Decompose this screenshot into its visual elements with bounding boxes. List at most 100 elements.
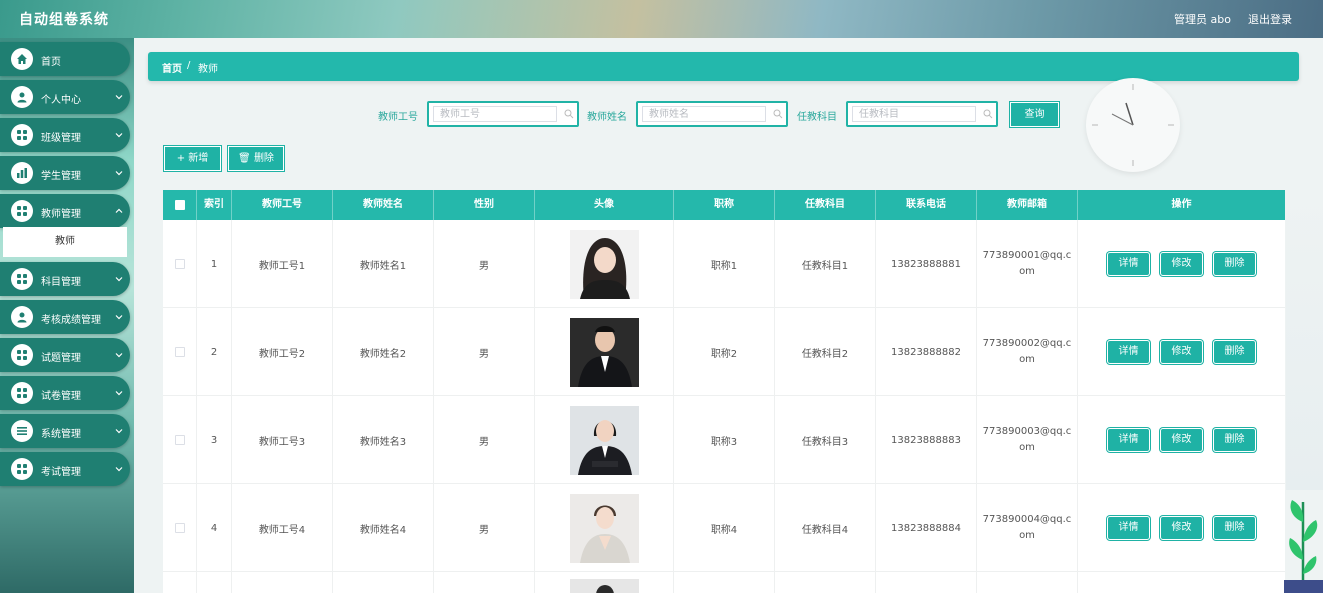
grid-icon xyxy=(11,124,33,146)
select-all-checkbox[interactable] xyxy=(175,200,185,210)
cell-email: 773890004@qq.c om xyxy=(977,484,1078,572)
edit-button[interactable]: 修改 xyxy=(1160,252,1203,276)
app-title: 自动组卷系统 xyxy=(19,12,109,28)
search-icon xyxy=(773,109,783,119)
cell-name xyxy=(333,572,434,593)
header-avatar: 头像 xyxy=(535,190,674,220)
search-label-id: 教师工号 xyxy=(378,112,418,123)
row-delete-button[interactable]: 删除 xyxy=(1213,428,1256,452)
cell-email xyxy=(977,572,1078,593)
sidebar-item-students[interactable]: 学生管理 xyxy=(0,156,130,190)
sidebar-item-teachers[interactable]: 教师管理 xyxy=(0,194,130,228)
email-line-1: 773890002@qq.c xyxy=(982,338,1072,349)
sidebar-item-scores[interactable]: 考核成绩管理 xyxy=(0,300,130,334)
logout-link[interactable]: 退出登录 xyxy=(1248,11,1292,27)
header-index: 索引 xyxy=(197,190,232,220)
teacher-name-input[interactable] xyxy=(642,106,766,122)
cell-phone: 13823888883 xyxy=(876,396,977,484)
cell-actions: 详情 修改 删除 xyxy=(1078,308,1285,396)
cell-title: 职称3 xyxy=(674,396,775,484)
add-button[interactable]: + 新增 xyxy=(164,146,221,171)
teacher-id-input[interactable] xyxy=(433,106,557,122)
row-delete-button[interactable]: 删除 xyxy=(1213,340,1256,364)
breadcrumb-home[interactable]: 首页 xyxy=(162,60,182,75)
cell-phone: 13823888882 xyxy=(876,308,977,396)
cell-name: 教师姓名2 xyxy=(333,308,434,396)
delete-button[interactable]: 🗑 删除 xyxy=(228,146,284,171)
grid-icon xyxy=(11,458,33,480)
row-select-cell xyxy=(163,308,197,396)
chevron-down-icon xyxy=(115,467,123,472)
table-row: 4 教师工号4 教师姓名4 男 职称4 任教科目4 13823888884 77… xyxy=(163,484,1285,572)
select-all-cell[interactable] xyxy=(163,190,197,220)
detail-button[interactable]: 详情 xyxy=(1107,428,1150,452)
search-input-name[interactable] xyxy=(636,101,788,127)
avatar xyxy=(569,317,639,387)
row-select-cell xyxy=(163,572,197,593)
list-icon xyxy=(11,420,33,442)
search-input-subject[interactable] xyxy=(846,101,998,127)
grid-icon xyxy=(11,344,33,366)
chart-icon xyxy=(11,162,33,184)
chevron-down-icon xyxy=(115,391,123,396)
chevron-down-icon xyxy=(115,171,123,176)
cell-title: 职称2 xyxy=(674,308,775,396)
row-delete-button[interactable]: 删除 xyxy=(1213,516,1256,540)
email-line-2: om xyxy=(1019,530,1035,541)
edit-button[interactable]: 修改 xyxy=(1160,516,1203,540)
email-line-1: 773890001@qq.c xyxy=(982,250,1072,261)
row-checkbox[interactable] xyxy=(174,435,185,445)
sidebar-item-system[interactable]: 系统管理 xyxy=(0,414,130,448)
sidebar-item-label: 试卷管理 xyxy=(41,391,81,402)
sidebar-item-home[interactable]: 首页 xyxy=(0,42,130,76)
sidebar-item-papers[interactable]: 试卷管理 xyxy=(0,376,130,410)
sidebar-item-personal[interactable]: 个人中心 xyxy=(0,80,130,114)
sidebar-item-questions[interactable]: 试题管理 xyxy=(0,338,130,372)
cell-gender: 男 xyxy=(434,308,535,396)
right-decoration xyxy=(1286,190,1323,490)
avatar xyxy=(569,405,639,475)
row-delete-button[interactable]: 删除 xyxy=(1213,252,1256,276)
detail-button[interactable]: 详情 xyxy=(1107,340,1150,364)
delete-button-label: 删除 xyxy=(253,153,274,164)
cell-gender: 男 xyxy=(434,396,535,484)
chevron-down-icon xyxy=(115,95,123,100)
cell-email: 773890003@qq.c om xyxy=(977,396,1078,484)
subject-input[interactable] xyxy=(852,106,976,122)
edit-button[interactable]: 修改 xyxy=(1160,428,1203,452)
edit-button[interactable]: 修改 xyxy=(1160,340,1203,364)
row-checkbox[interactable] xyxy=(174,523,185,533)
cell-gender: 男 xyxy=(434,220,535,308)
sidebar-item-label: 个人中心 xyxy=(41,95,81,106)
header-title: 职称 xyxy=(674,190,775,220)
cell-id: 教师工号1 xyxy=(232,220,333,308)
cell-name: 教师姓名4 xyxy=(333,484,434,572)
cell-email: 773890002@qq.c om xyxy=(977,308,1078,396)
cell-index xyxy=(197,572,232,593)
query-button[interactable]: 查询 xyxy=(1010,102,1059,127)
cell-avatar xyxy=(535,484,674,572)
sidebar-item-label: 试题管理 xyxy=(41,353,81,364)
row-checkbox[interactable] xyxy=(174,347,185,357)
cell-actions: 详情 修改 删除 xyxy=(1078,220,1285,308)
cell-avatar xyxy=(535,220,674,308)
table-row: 2 教师工号2 教师姓名2 男 职称2 任教科目2 13823888882 77… xyxy=(163,308,1285,396)
sidebar-subitem-teacher[interactable]: 教师 xyxy=(3,227,127,257)
detail-button[interactable]: 详情 xyxy=(1107,516,1150,540)
row-checkbox[interactable] xyxy=(174,259,185,269)
sidebar: 首页 个人中心 班级管理 学生管理 教师管理 教师 科目管理 考核成绩管理 试题… xyxy=(0,38,134,593)
cell-gender xyxy=(434,572,535,593)
sidebar-item-exams[interactable]: 考试管理 xyxy=(0,452,130,486)
home-icon xyxy=(11,48,33,70)
chevron-up-icon xyxy=(115,208,123,213)
table-header: 索引 教师工号 教师姓名 性别 头像 职称 任教科目 联系电话 教师邮箱 操作 xyxy=(163,190,1285,220)
header-actions: 操作 xyxy=(1171,199,1192,210)
sidebar-item-class[interactable]: 班级管理 xyxy=(0,118,130,152)
admin-label: 管理员 abo xyxy=(1174,13,1231,26)
detail-button[interactable]: 详情 xyxy=(1107,252,1150,276)
cell-index: 4 xyxy=(197,484,232,572)
sidebar-item-subjects[interactable]: 科目管理 xyxy=(0,262,130,296)
cell-subject: 任教科目1 xyxy=(775,220,876,308)
search-input-id[interactable] xyxy=(427,101,579,127)
cell-gender: 男 xyxy=(434,484,535,572)
